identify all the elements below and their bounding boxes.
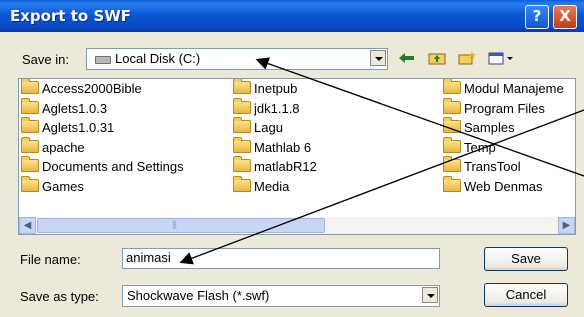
- file-name-field[interactable]: [122, 248, 440, 269]
- folder-item[interactable]: jdk1.1.8: [233, 97, 300, 119]
- folder-name: Temp: [464, 139, 496, 155]
- folder-name: Web Denmas: [464, 178, 543, 194]
- file-name-input[interactable]: [126, 250, 426, 265]
- folder-name: Program Files: [464, 100, 545, 116]
- folder-item[interactable]: Samples: [443, 117, 515, 138]
- folder-name: TransTool: [464, 159, 521, 174]
- folder-icon: [233, 175, 251, 192]
- save-in-value: Local Disk (C:): [115, 51, 201, 66]
- folder-icon: [443, 175, 461, 192]
- scroll-left-arrow[interactable]: ◀: [19, 217, 36, 234]
- folder-icon: [443, 117, 461, 133]
- folder-name: Games: [42, 178, 84, 194]
- folder-item[interactable]: apache: [21, 136, 85, 158]
- chevron-down-icon[interactable]: [422, 287, 438, 303]
- folder-icon: [233, 117, 251, 133]
- folder-name: Inetpub: [254, 81, 298, 96]
- save-as-type-label: Save as type:: [20, 289, 99, 304]
- folder-item[interactable]: Inetpub: [233, 79, 298, 99]
- folder-icon: [233, 79, 251, 94]
- folder-name: matlabR12: [254, 159, 317, 174]
- folder-name: apache: [42, 139, 85, 155]
- folder-item[interactable]: matlabR12: [233, 156, 317, 177]
- folder-name: Aglets1.0.31: [42, 120, 115, 135]
- folder-item[interactable]: Modul Manajeme: [443, 79, 564, 99]
- scroll-right-arrow[interactable]: ▶: [558, 217, 575, 234]
- folder-name: Documents and Settings: [42, 159, 184, 174]
- save-as-type-value: Shockwave Flash (*.swf): [127, 288, 270, 303]
- folder-item[interactable]: Program Files: [443, 97, 545, 119]
- folder-item[interactable]: Temp: [443, 136, 496, 158]
- folder-name: Aglets1.0.3: [42, 100, 108, 116]
- folder-name: Access2000Bible: [42, 81, 142, 96]
- folder-item[interactable]: TransTool: [443, 156, 521, 177]
- view-menu-icon[interactable]: [486, 50, 516, 70]
- folder-icon: [443, 156, 461, 172]
- save-in-dropdown[interactable]: Local Disk (C:): [86, 48, 388, 70]
- folder-icon: [443, 97, 461, 114]
- chevron-down-icon[interactable]: [370, 50, 386, 66]
- folder-name: Modul Manajeme: [464, 81, 564, 96]
- folder-icon: [21, 79, 39, 94]
- save-as-type-dropdown[interactable]: Shockwave Flash (*.swf): [122, 285, 440, 307]
- save-in-label: Save in:: [22, 52, 69, 67]
- folder-icon: [443, 79, 461, 94]
- back-arrow-icon[interactable]: [396, 50, 418, 70]
- folder-icon: [21, 97, 39, 114]
- horizontal-scrollbar[interactable]: ◀ ▶: [19, 217, 575, 234]
- title-bar[interactable]: Export to SWF ? X: [0, 0, 584, 32]
- folder-item[interactable]: Lagu: [233, 117, 283, 138]
- help-button[interactable]: ?: [525, 5, 549, 29]
- folder-icon: [233, 97, 251, 114]
- dialog-title: Export to SWF: [10, 7, 132, 25]
- cancel-button[interactable]: Cancel: [484, 283, 568, 307]
- export-dialog: Export to SWF ? X Save in: Local Disk (C…: [0, 0, 584, 317]
- folder-icon: [21, 136, 39, 153]
- folder-item[interactable]: Documents and Settings: [21, 156, 184, 177]
- folder-item[interactable]: Aglets1.0.3: [21, 97, 108, 119]
- folder-icon: [233, 136, 251, 153]
- folder-name: Samples: [464, 120, 515, 135]
- folder-name: jdk1.1.8: [254, 100, 300, 116]
- folder-name: Mathlab 6: [254, 139, 312, 155]
- folder-item[interactable]: Games: [21, 175, 84, 197]
- folder-item[interactable]: Access2000Bible: [21, 79, 142, 99]
- folder-icon: [21, 117, 39, 133]
- hard-drive-icon: [95, 56, 111, 64]
- folder-icon: [443, 136, 461, 153]
- scroll-thumb[interactable]: [37, 218, 325, 233]
- folder-name: Lagu: [254, 120, 283, 135]
- file-list[interactable]: Access2000Bible Aglets1.0.3 Aglets1.0.31 ap…: [18, 78, 576, 235]
- folder-name: Media: [254, 178, 290, 194]
- folder-item[interactable]: Web Denmas: [443, 175, 543, 197]
- folder-item[interactable]: Mathlab 6: [233, 136, 312, 158]
- folder-icon: [21, 156, 39, 172]
- save-button[interactable]: Save: [484, 247, 568, 271]
- folder-icon: [21, 175, 39, 192]
- folder-item[interactable]: Aglets1.0.31: [21, 117, 115, 138]
- close-button[interactable]: X: [553, 5, 577, 29]
- new-folder-icon[interactable]: [456, 50, 478, 70]
- up-folder-icon[interactable]: [426, 50, 448, 70]
- file-name-label: File name:: [20, 252, 81, 267]
- folder-item[interactable]: Media: [233, 175, 290, 197]
- folder-icon: [233, 156, 251, 172]
